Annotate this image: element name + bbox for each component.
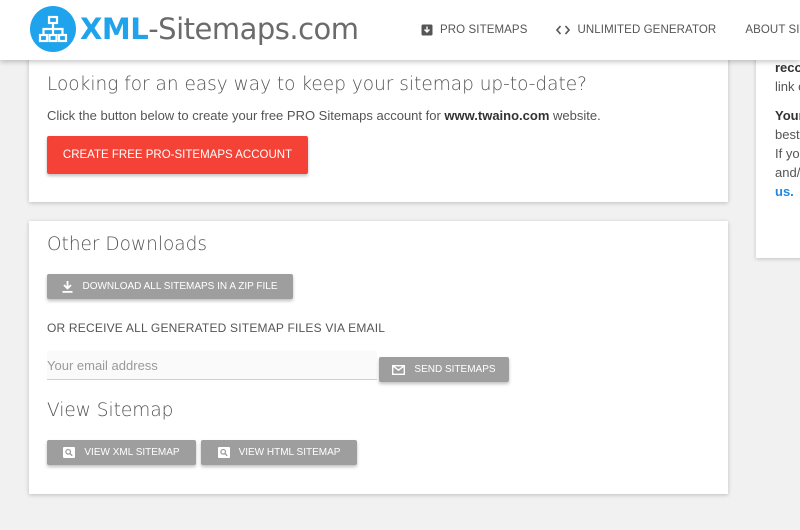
view-sitemap-heading: View Sitemap — [47, 400, 174, 421]
logo-wordmark: XML-Sitemaps.com — [80, 12, 359, 46]
email-input[interactable] — [47, 351, 377, 380]
logo-brand-text: XML — [80, 12, 149, 46]
view-xml-sitemap-button[interactable]: VIEW XML SITEMAP — [47, 440, 196, 465]
archive-box-icon — [421, 24, 433, 36]
magnifier-icon — [63, 447, 76, 458]
sidebar-text-line: Your — [775, 108, 800, 123]
email-caption: OR RECEIVE ALL GENERATED SITEMAP FILES V… — [47, 321, 386, 335]
other-downloads-card: Other Downloads DOWNLOAD ALL SITEMAPS IN… — [29, 221, 728, 494]
nav-about-sitemaps[interactable]: ABOUT SITEMAPS — [745, 24, 800, 36]
nav-about-sitemaps-label: ABOUT SITEMAPS — [745, 24, 800, 36]
view-html-sitemap-button[interactable]: VIEW HTML SITEMAP — [201, 440, 357, 465]
nav-unlimited-generator-label: UNLIMITED GENERATOR — [577, 24, 717, 36]
site-logo[interactable]: XML-Sitemaps.com — [30, 6, 359, 52]
download-zip-button[interactable]: DOWNLOAD ALL SITEMAPS IN A ZIP FILE — [47, 274, 293, 299]
nav-pro-sitemaps[interactable]: PRO SITEMAPS — [421, 24, 527, 36]
sidebar-text-line: and/ — [775, 165, 800, 180]
sidebar-contact-link[interactable]: us. — [775, 182, 800, 201]
download-icon — [62, 280, 73, 293]
magnifier-icon — [217, 447, 230, 458]
view-xml-sitemap-label: VIEW XML SITEMAP — [84, 447, 180, 458]
sitemap-tree-icon — [30, 6, 76, 52]
downloads-heading: Other Downloads — [47, 234, 208, 255]
sidebar-info-card: reco link c Your best If yo and/ us. — [756, 40, 800, 258]
sidebar-text-line: If yo — [775, 146, 800, 161]
nav-unlimited-generator[interactable]: UNLIMITED GENERATOR — [556, 24, 716, 36]
pro-card-site-domain: www.twaino.com — [444, 108, 550, 123]
send-sitemaps-button[interactable]: SEND SITEMAPS — [379, 357, 509, 382]
site-header: XML-Sitemaps.com PRO SITEMAPS UNLIMITED … — [0, 0, 800, 60]
envelope-icon — [392, 364, 406, 375]
create-pro-account-button[interactable]: CREATE FREE PRO-SITEMAPS ACCOUNT — [47, 136, 308, 174]
pro-sitemaps-card: Looking for an easy way to keep your sit… — [29, 40, 728, 202]
download-zip-label: DOWNLOAD ALL SITEMAPS IN A ZIP FILE — [82, 281, 278, 292]
pro-card-text-after: website. — [549, 108, 601, 123]
pro-card-text-before: Click the button below to create your fr… — [47, 108, 445, 123]
main-nav: PRO SITEMAPS UNLIMITED GENERATOR ABOUT S… — [421, 0, 800, 60]
pro-card-heading: Looking for an easy way to keep your sit… — [47, 74, 587, 95]
nav-pro-sitemaps-label: PRO SITEMAPS — [440, 24, 528, 36]
sidebar-text-line: link c — [775, 79, 800, 94]
logo-rest-text: -Sitemaps.com — [148, 12, 359, 46]
view-html-sitemap-label: VIEW HTML SITEMAP — [238, 447, 341, 458]
code-brackets-icon — [556, 25, 571, 35]
sidebar-text-line: reco — [775, 60, 800, 75]
sidebar-text-line: best — [775, 127, 800, 142]
pro-card-description: Click the button below to create your fr… — [47, 108, 601, 123]
send-sitemaps-label: SEND SITEMAPS — [414, 364, 496, 375]
